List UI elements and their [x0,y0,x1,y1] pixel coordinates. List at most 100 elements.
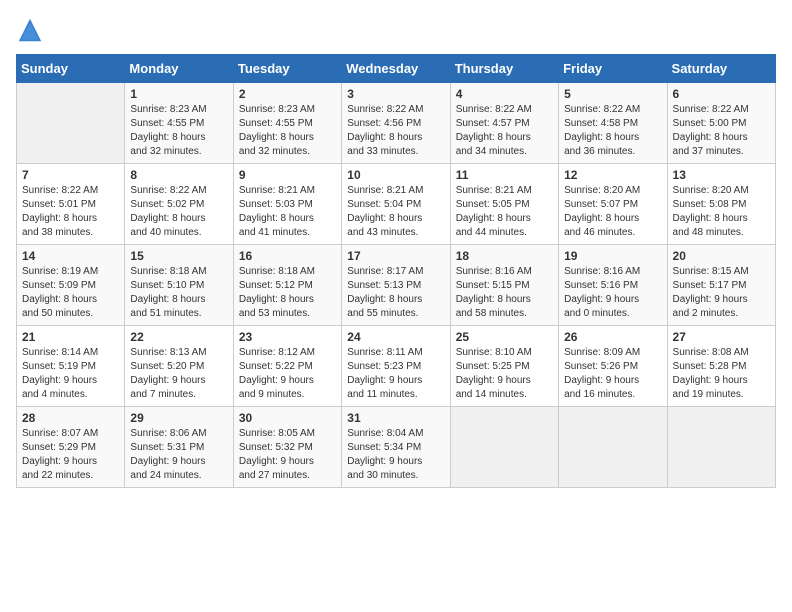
calendar-cell: 24Sunrise: 8:11 AM Sunset: 5:23 PM Dayli… [342,326,450,407]
day-info: Sunrise: 8:06 AM Sunset: 5:31 PM Dayligh… [130,427,227,483]
calendar-cell: 3 Sunrise: 8:22 AM Sunset: 4:56 PM Daylig… [342,83,450,164]
calendar-week-row: 1 Sunrise: 8:23 AM Sunset: 4:55 PM Daylig… [17,83,776,164]
weekday-header: Wednesday [342,55,450,83]
calendar-cell: 6Sunrise: 8:22 AM Sunset: 5:00 PM Daylig… [667,83,775,164]
day-info: Sunrise: 8:22 AM Sunset: 5:02 PM Dayligh… [130,184,227,240]
calendar-cell: 12 Sunrise: 8:20 AM Sunset: 5:07 PM Dayli… [559,164,667,245]
day-info: Sunrise: 8:05 AM Sunset: 5:32 PM Dayligh… [239,427,336,483]
day-info: Sunrise: 8:22 AM Sunset: 5:01 PM Dayligh… [22,184,119,240]
day-number: 7 [22,168,119,182]
day-info: Sunrise: 8:23 AM Sunset: 4:55 PM Dayligh… [130,103,227,159]
calendar-week-row: 14 Sunrise: 8:19 AM Sunset: 5:09 PM Dayli… [17,245,776,326]
day-number: 13 [673,168,770,182]
calendar-cell: 19Sunrise: 8:16 AM Sunset: 5:16 PM Dayli… [559,245,667,326]
day-number: 23 [239,330,336,344]
day-info: Sunrise: 8:12 AM Sunset: 5:22 PM Dayligh… [239,346,336,402]
calendar-cell: 30 Sunrise: 8:05 AM Sunset: 5:32 PM Dayli… [233,407,341,488]
day-info: Sunrise: 8:14 AM Sunset: 5:19 PM Dayligh… [22,346,119,402]
calendar-cell [667,407,775,488]
day-number: 28 [22,411,119,425]
day-info: Sunrise: 8:18 AM Sunset: 5:10 PM Dayligh… [130,265,227,321]
calendar-cell: 18 Sunrise: 8:16 AM Sunset: 5:15 PM Dayli… [450,245,558,326]
day-info: Sunrise: 8:22 AM Sunset: 4:56 PM Dayligh… [347,103,444,159]
calendar-cell: 17 Sunrise: 8:17 AM Sunset: 5:13 PM Dayli… [342,245,450,326]
calendar-week-row: 21Sunrise: 8:14 AM Sunset: 5:19 PM Dayli… [17,326,776,407]
page-container: SundayMondayTuesdayWednesdayThursdayFrid… [0,0,792,496]
weekday-header: Monday [125,55,233,83]
calendar-cell: 5Sunrise: 8:22 AM Sunset: 4:58 PM Daylig… [559,83,667,164]
day-number: 11 [456,168,553,182]
day-info: Sunrise: 8:10 AM Sunset: 5:25 PM Dayligh… [456,346,553,402]
day-info: Sunrise: 8:16 AM Sunset: 5:15 PM Dayligh… [456,265,553,321]
day-number: 20 [673,249,770,263]
day-info: Sunrise: 8:19 AM Sunset: 5:09 PM Dayligh… [22,265,119,321]
day-number: 16 [239,249,336,263]
day-number: 4 [456,87,553,101]
weekday-header: Friday [559,55,667,83]
day-info: Sunrise: 8:22 AM Sunset: 4:57 PM Dayligh… [456,103,553,159]
day-number: 25 [456,330,553,344]
day-number: 15 [130,249,227,263]
calendar-cell: 7 Sunrise: 8:22 AM Sunset: 5:01 PM Daylig… [17,164,125,245]
day-info: Sunrise: 8:15 AM Sunset: 5:17 PM Dayligh… [673,265,770,321]
calendar-table: SundayMondayTuesdayWednesdayThursdayFrid… [16,54,776,488]
calendar-cell: 13 Sunrise: 8:20 AM Sunset: 5:08 PM Dayli… [667,164,775,245]
day-number: 1 [130,87,227,101]
day-info: Sunrise: 8:22 AM Sunset: 4:58 PM Dayligh… [564,103,661,159]
day-number: 17 [347,249,444,263]
day-info: Sunrise: 8:11 AM Sunset: 5:23 PM Dayligh… [347,346,444,402]
calendar-cell: 22Sunrise: 8:13 AM Sunset: 5:20 PM Dayli… [125,326,233,407]
calendar-cell: 2 Sunrise: 8:23 AM Sunset: 4:55 PM Daylig… [233,83,341,164]
day-info: Sunrise: 8:20 AM Sunset: 5:07 PM Dayligh… [564,184,661,240]
weekday-header-row: SundayMondayTuesdayWednesdayThursdayFrid… [17,55,776,83]
day-info: Sunrise: 8:23 AM Sunset: 4:55 PM Dayligh… [239,103,336,159]
calendar-cell: 8 Sunrise: 8:22 AM Sunset: 5:02 PM Daylig… [125,164,233,245]
calendar-cell: 23 Sunrise: 8:12 AM Sunset: 5:22 PM Dayli… [233,326,341,407]
calendar-cell [450,407,558,488]
weekday-header: Saturday [667,55,775,83]
logo-icon [16,16,44,44]
day-info: Sunrise: 8:21 AM Sunset: 5:03 PM Dayligh… [239,184,336,240]
day-number: 10 [347,168,444,182]
calendar-cell: 29 Sunrise: 8:06 AM Sunset: 5:31 PM Dayli… [125,407,233,488]
day-number: 14 [22,249,119,263]
calendar-week-row: 28 Sunrise: 8:07 AM Sunset: 5:29 PM Dayli… [17,407,776,488]
day-info: Sunrise: 8:08 AM Sunset: 5:28 PM Dayligh… [673,346,770,402]
day-number: 12 [564,168,661,182]
weekday-header: Tuesday [233,55,341,83]
day-number: 2 [239,87,336,101]
calendar-cell: 11 Sunrise: 8:21 AM Sunset: 5:05 PM Dayli… [450,164,558,245]
weekday-header: Thursday [450,55,558,83]
day-info: Sunrise: 8:17 AM Sunset: 5:13 PM Dayligh… [347,265,444,321]
calendar-cell: 1 Sunrise: 8:23 AM Sunset: 4:55 PM Daylig… [125,83,233,164]
calendar-cell: 26 Sunrise: 8:09 AM Sunset: 5:26 PM Dayli… [559,326,667,407]
day-info: Sunrise: 8:07 AM Sunset: 5:29 PM Dayligh… [22,427,119,483]
page-header [16,16,776,44]
calendar-cell: 4 Sunrise: 8:22 AM Sunset: 4:57 PM Daylig… [450,83,558,164]
day-number: 31 [347,411,444,425]
day-number: 30 [239,411,336,425]
calendar-cell: 14 Sunrise: 8:19 AM Sunset: 5:09 PM Dayli… [17,245,125,326]
calendar-cell: 25 Sunrise: 8:10 AM Sunset: 5:25 PM Dayli… [450,326,558,407]
day-number: 27 [673,330,770,344]
calendar-cell: 27 Sunrise: 8:08 AM Sunset: 5:28 PM Dayli… [667,326,775,407]
calendar-cell: 15 Sunrise: 8:18 AM Sunset: 5:10 PM Dayli… [125,245,233,326]
day-number: 6 [673,87,770,101]
day-number: 18 [456,249,553,263]
day-info: Sunrise: 8:21 AM Sunset: 5:05 PM Dayligh… [456,184,553,240]
calendar-cell: 10Sunrise: 8:21 AM Sunset: 5:04 PM Dayli… [342,164,450,245]
day-info: Sunrise: 8:20 AM Sunset: 5:08 PM Dayligh… [673,184,770,240]
calendar-cell: 20 Sunrise: 8:15 AM Sunset: 5:17 PM Dayli… [667,245,775,326]
calendar-cell: 31Sunrise: 8:04 AM Sunset: 5:34 PM Dayli… [342,407,450,488]
calendar-cell: 16 Sunrise: 8:18 AM Sunset: 5:12 PM Dayli… [233,245,341,326]
day-info: Sunrise: 8:18 AM Sunset: 5:12 PM Dayligh… [239,265,336,321]
day-number: 26 [564,330,661,344]
day-info: Sunrise: 8:09 AM Sunset: 5:26 PM Dayligh… [564,346,661,402]
day-number: 8 [130,168,227,182]
logo [16,16,48,44]
day-number: 3 [347,87,444,101]
day-number: 29 [130,411,227,425]
calendar-cell: 21Sunrise: 8:14 AM Sunset: 5:19 PM Dayli… [17,326,125,407]
calendar-cell [17,83,125,164]
calendar-cell: 9Sunrise: 8:21 AM Sunset: 5:03 PM Daylig… [233,164,341,245]
